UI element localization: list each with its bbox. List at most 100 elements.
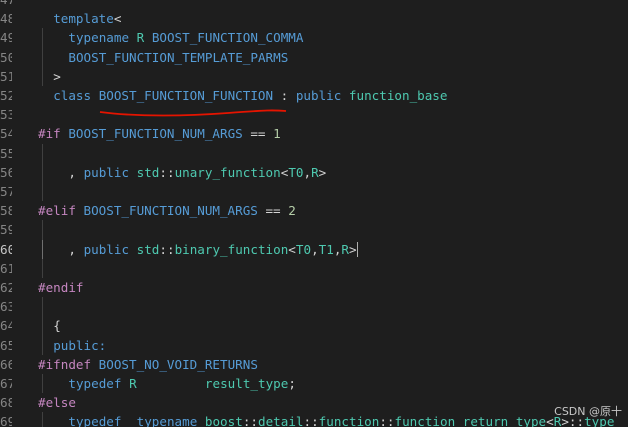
indent-guide (42, 162, 43, 182)
code-token: BOOST_FUNCTION_NUM_ARGS (68, 126, 243, 142)
code-text: template< (53, 9, 121, 28)
code-token: < (288, 241, 296, 257)
code-token: #elif (38, 203, 84, 219)
code-line[interactable]: 47 (0, 0, 628, 9)
code-token: binary_function (174, 241, 289, 257)
code-token: BOOST_FUNCTION_NUM_ARGS (83, 203, 258, 219)
code-token: < (546, 414, 554, 427)
code-token: : (273, 88, 296, 103)
code-token: < (113, 11, 122, 27)
code-line[interactable]: 55 (0, 143, 628, 163)
line-number: 49 (0, 30, 12, 46)
code-text: BOOST_FUNCTION_TEMPLATE_PARMS (68, 48, 288, 67)
code-token: > (53, 68, 61, 84)
code-line[interactable]: 63 (0, 297, 628, 317)
code-text: > (53, 67, 61, 86)
code-text: { (53, 316, 61, 335)
indent-guide (42, 335, 43, 355)
code-line[interactable]: 69 typedef typename boost::detail::functi… (0, 412, 628, 427)
code-token: std (136, 241, 160, 257)
code-line[interactable]: 49 typename R BOOST_FUNCTION_COMMA (0, 28, 628, 48)
line-number: 63 (0, 299, 12, 315)
code-line[interactable]: 52 class BOOST_FUNCTION_FUNCTION : public… (0, 86, 628, 105)
line-number: 67 (0, 376, 12, 391)
code-token: public (83, 164, 137, 180)
code-token: function (318, 414, 380, 427)
line-number: 62 (0, 280, 12, 295)
code-line[interactable]: 57 (0, 182, 628, 202)
code-line[interactable]: 64 { (0, 316, 628, 336)
code-line[interactable]: 51 > (0, 66, 628, 86)
code-text: typedef R result_type; (68, 374, 296, 393)
code-token: BOOST_FUNCTION_FUNCTION (98, 88, 274, 103)
code-line[interactable]: 65 public: (0, 335, 628, 355)
code-token: :: (379, 414, 395, 427)
code-token: R (311, 164, 319, 180)
line-number: 55 (0, 145, 12, 161)
code-line[interactable]: 66 #ifndef BOOST_NO_VOID_RETURNS (0, 355, 628, 374)
code-token: :: (242, 414, 258, 427)
code-line[interactable]: 59 (0, 220, 628, 240)
code-line[interactable]: 53 (0, 105, 628, 124)
code-text: #ifndef BOOST_NO_VOID_RETURNS (38, 355, 258, 374)
line-number: 47 (0, 0, 12, 9)
indent-guide (42, 239, 43, 259)
code-line[interactable]: 62 #endif (0, 278, 628, 297)
code-token: :: (303, 414, 319, 427)
code-token: ; (288, 376, 296, 391)
code-token: R (136, 30, 152, 46)
code-token: 2 (288, 203, 296, 219)
code-line[interactable]: 61 (0, 258, 628, 278)
code-line[interactable]: 58 #elif BOOST_FUNCTION_NUM_ARGS == 2 (0, 201, 628, 220)
code-token: BOOST_NO_VOID_RETURNS (98, 356, 258, 372)
code-line[interactable]: 68 #else (0, 393, 628, 412)
code-token: public: (53, 337, 107, 353)
code-token: unary_function (174, 164, 281, 180)
code-token: boost (204, 414, 243, 427)
line-number: 65 (0, 337, 12, 353)
code-editor[interactable]: 4748template<49typename R BOOST_FUNCTION… (0, 0, 628, 427)
line-number: 66 (0, 356, 12, 372)
code-token: , (68, 241, 84, 257)
code-token: , (68, 164, 84, 180)
code-token: public (295, 88, 349, 103)
line-number: 61 (0, 260, 12, 276)
indent-guide (42, 182, 43, 202)
code-token: R (341, 241, 350, 257)
code-line[interactable]: 54 #if BOOST_FUNCTION_NUM_ARGS == 1 (0, 124, 628, 143)
code-text: , public std::binary_function<T0,T1,R> (68, 240, 356, 259)
code-line[interactable]: 60, public std::binary_function<T0,T1,R> (0, 239, 628, 259)
code-token: function_return_type (394, 414, 547, 427)
code-token: typename (68, 30, 137, 46)
text-cursor (357, 241, 359, 257)
indent-guide (42, 143, 43, 163)
code-token: BOOST_FUNCTION_COMMA (151, 30, 304, 46)
indent-guide (42, 47, 43, 67)
line-number: 51 (0, 68, 12, 84)
indent-guide (42, 297, 43, 317)
code-token: detail (257, 414, 304, 427)
code-text: #if BOOST_FUNCTION_NUM_ARGS == 1 (38, 124, 281, 143)
indent-guide (42, 220, 43, 240)
code-line[interactable]: 48 template< (0, 9, 628, 28)
line-number: 60 (0, 241, 12, 257)
line-number: 48 (0, 11, 12, 27)
code-text: typename R BOOST_FUNCTION_COMMA (68, 28, 303, 47)
code-token: template (53, 11, 114, 27)
line-number: 59 (0, 222, 12, 238)
code-line[interactable]: 67 typedef R result_type; (0, 374, 628, 394)
code-token: :: (159, 241, 175, 257)
code-text: public: (53, 336, 106, 355)
code-token: T1 (318, 241, 334, 257)
code-text: , public std::unary_function<T0,R> (68, 163, 326, 182)
code-token: T0 (288, 164, 304, 180)
code-line[interactable]: 50 BOOST_FUNCTION_TEMPLATE_PARMS (0, 47, 628, 67)
code-token: { (53, 318, 61, 334)
indent-guide (42, 412, 43, 427)
code-token: > (349, 241, 357, 257)
line-number: 50 (0, 49, 12, 65)
line-number: 52 (0, 88, 12, 103)
code-line[interactable]: 56 , public std::unary_function<T0,R> (0, 162, 628, 182)
code-token: , (303, 164, 312, 180)
